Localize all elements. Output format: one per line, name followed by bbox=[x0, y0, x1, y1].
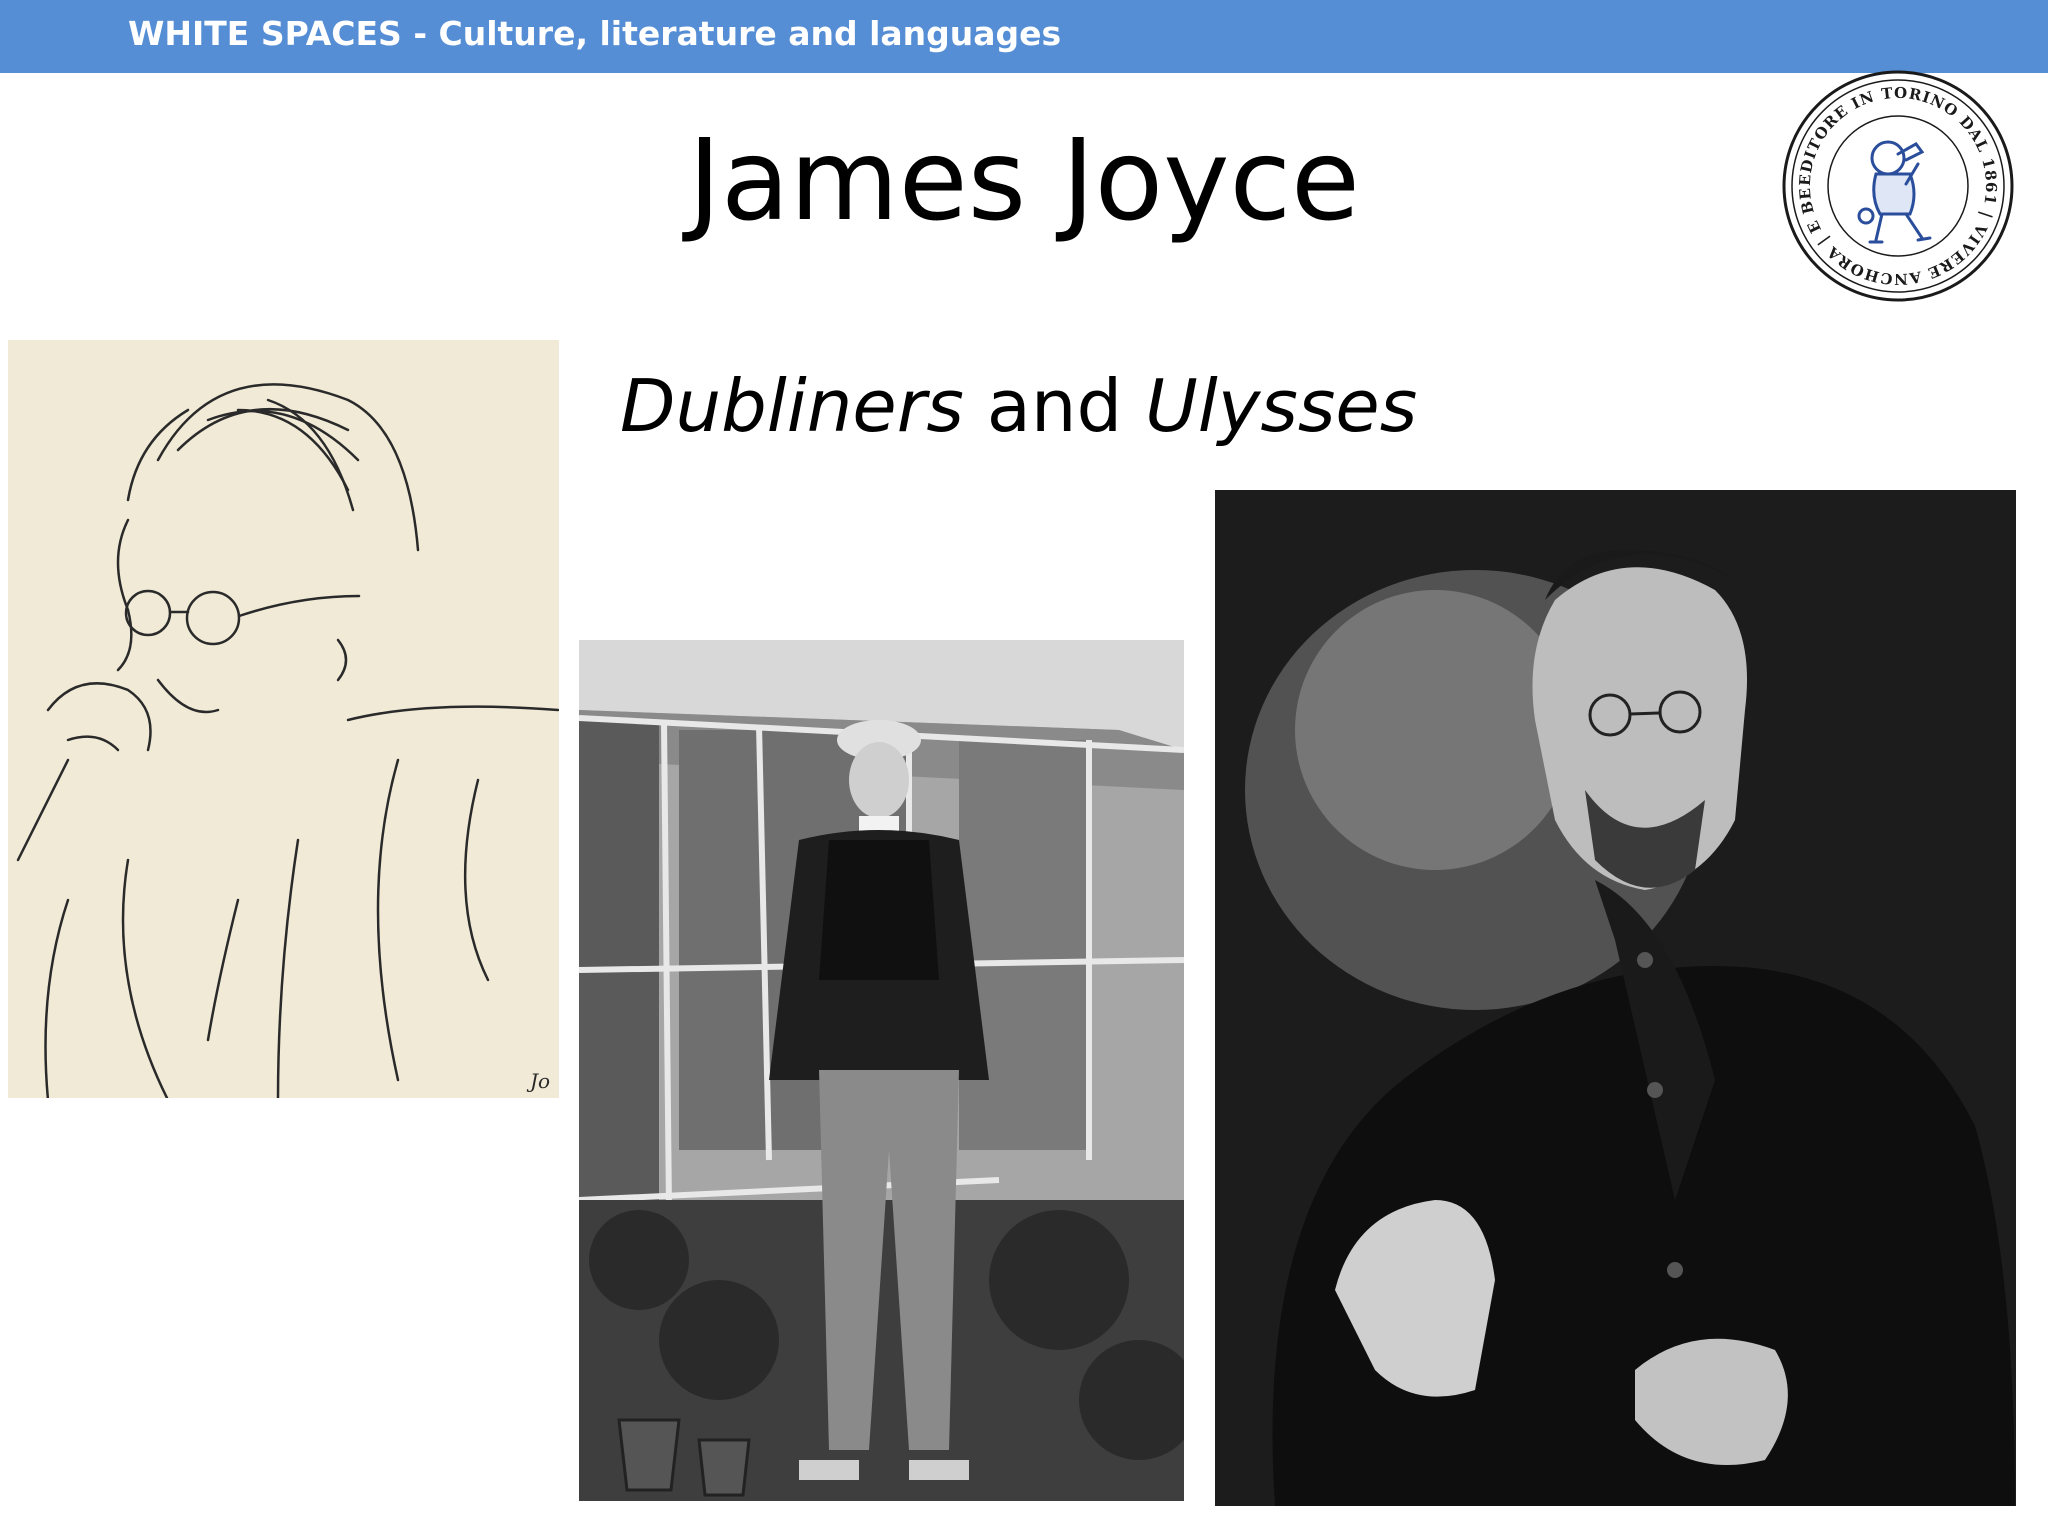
portrait-photo-image bbox=[1215, 490, 2016, 1506]
slide-title: James Joyce bbox=[688, 116, 1360, 246]
header-bar: WHITE SPACES - Culture, literature and l… bbox=[0, 0, 2048, 73]
slide-subtitle: Dubliners and Ulysses bbox=[620, 364, 1417, 448]
slide: WHITE SPACES - Culture, literature and l… bbox=[0, 0, 2048, 1536]
photo-portrait-bearded-man-icon bbox=[1215, 490, 2016, 1506]
subtitle-and: and bbox=[963, 364, 1146, 448]
subtitle-ulysses: Ulysses bbox=[1145, 364, 1418, 448]
sketch-portrait-image: Jo bbox=[8, 340, 559, 1098]
header-title: WHITE SPACES - Culture, literature and l… bbox=[128, 14, 1062, 53]
svg-text:Jo: Jo bbox=[526, 1069, 550, 1093]
subtitle-dubliners: Dubliners bbox=[620, 364, 964, 448]
greenhouse-photo-image bbox=[579, 640, 1184, 1501]
photo-man-by-greenhouse-icon bbox=[579, 640, 1184, 1501]
publisher-seal-logo: EDITORE IN TORINO DAL 1861 | VIVERE ANCH… bbox=[1769, 52, 2018, 306]
pencil-sketch-portrait-icon: Jo bbox=[8, 340, 559, 1098]
